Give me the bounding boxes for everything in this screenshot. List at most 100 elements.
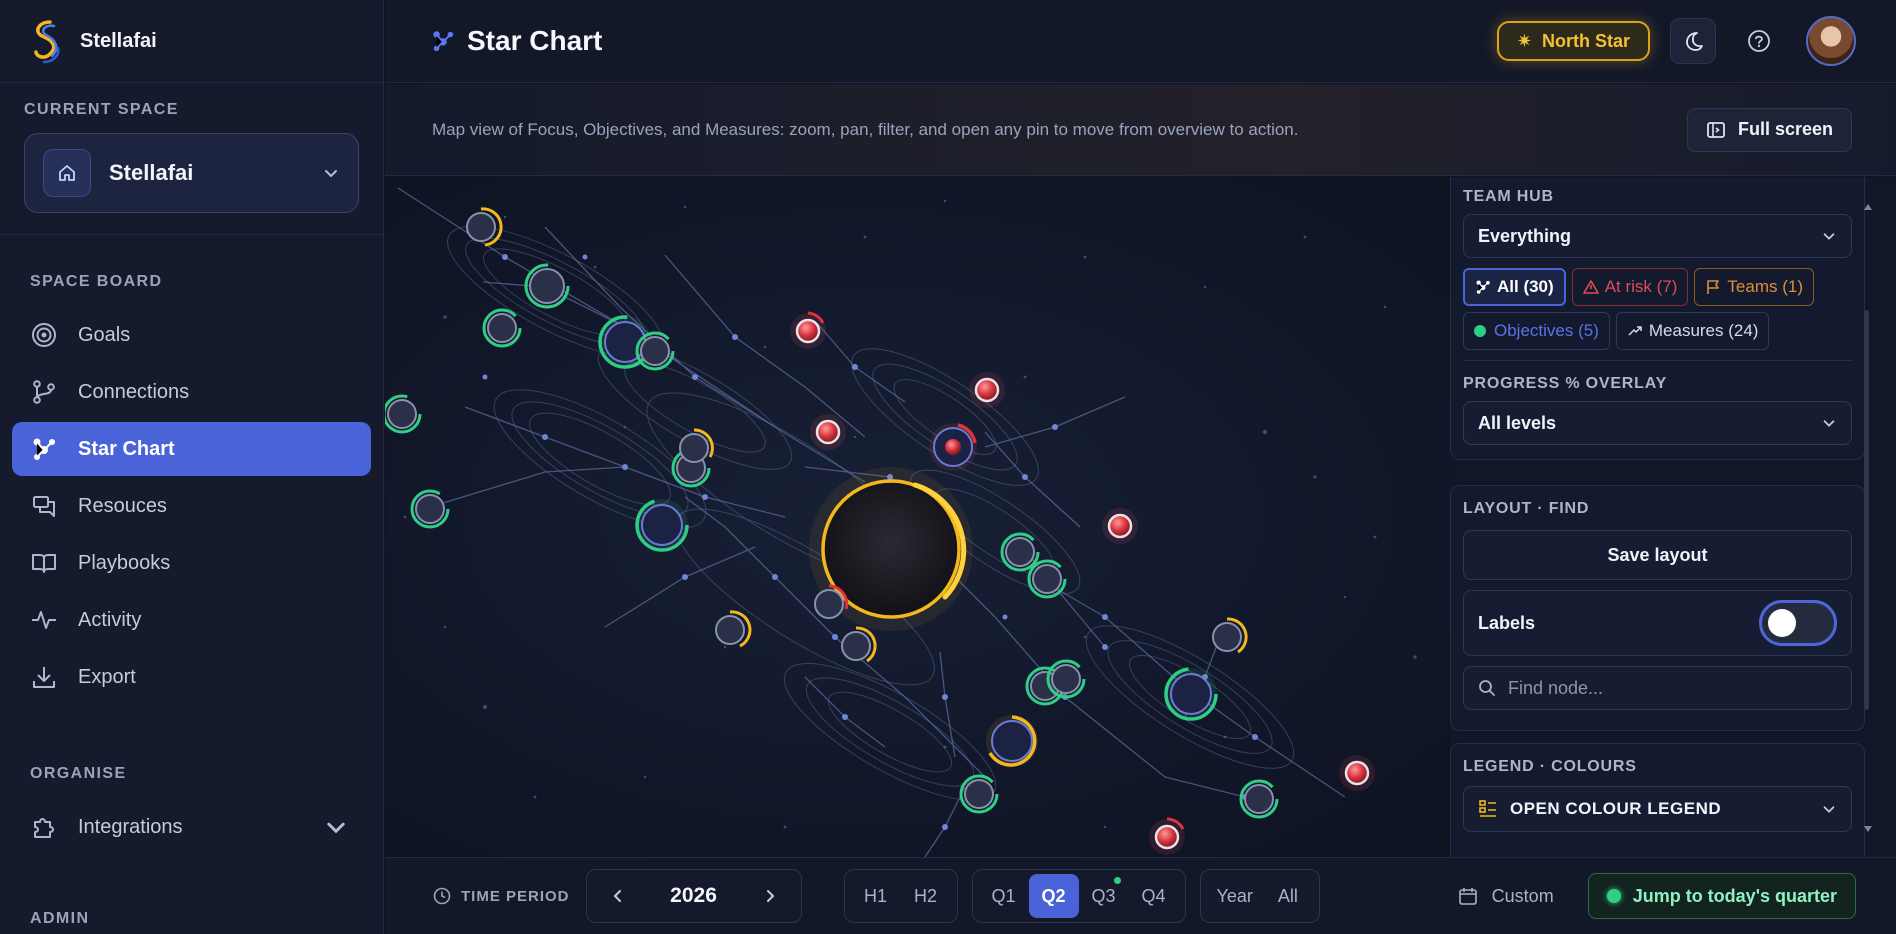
warning-triangle-icon xyxy=(1582,280,1599,294)
quarter-q3[interactable]: Q3 xyxy=(1079,874,1129,918)
save-layout-button[interactable]: Save layout xyxy=(1463,530,1852,580)
git-branch-icon xyxy=(30,378,58,406)
quarter-q3-label: Q3 xyxy=(1091,885,1116,906)
scroll-down-icon[interactable] xyxy=(1863,824,1873,834)
nav-item-resources[interactable]: Resouces xyxy=(12,479,371,533)
quarter-q4[interactable]: Q4 xyxy=(1129,874,1179,918)
nav-item-star-chart[interactable]: Star Chart xyxy=(12,422,371,476)
star-chart-canvas[interactable] xyxy=(385,177,1450,857)
filter-teams-label: Teams (1) xyxy=(1727,277,1803,296)
custom-label: Custom xyxy=(1491,885,1554,906)
find-node-field[interactable] xyxy=(1463,666,1852,710)
help-button[interactable] xyxy=(1736,18,1782,64)
team-hub-value: Everything xyxy=(1478,225,1572,246)
range-year[interactable]: Year xyxy=(1207,874,1263,918)
nav-item-export[interactable]: Export xyxy=(12,650,371,704)
top-header: Star Chart ✷ North Star xyxy=(385,0,1896,83)
filter-chips: All (30) At risk (7) Teams (1) Objective… xyxy=(1463,268,1852,356)
nav-item-playbooks[interactable]: Playbooks xyxy=(12,536,371,590)
filter-all-label: All (30) xyxy=(1497,277,1554,296)
star-chart-svg[interactable] xyxy=(385,177,1450,857)
filter-measures-label: Measures (24) xyxy=(1648,321,1759,340)
team-hub-card: TEAM HUB Everything All (30) At risk (7)… xyxy=(1450,177,1865,460)
custom-range-button[interactable]: Custom xyxy=(1458,886,1554,907)
page-title: Star Chart xyxy=(467,25,603,56)
objective-node[interactable] xyxy=(929,423,977,471)
chevron-left-icon xyxy=(613,890,621,902)
flag-icon xyxy=(1707,280,1720,294)
jump-to-today-button[interactable]: Jump to today's quarter xyxy=(1587,873,1856,919)
objective-node[interactable] xyxy=(986,715,1038,767)
help-circle-icon xyxy=(1748,30,1770,52)
brand[interactable]: Stellafai xyxy=(0,0,383,83)
chevron-down-icon xyxy=(325,170,337,178)
full-screen-button[interactable]: Full screen xyxy=(1686,107,1852,152)
pulse-icon xyxy=(30,606,58,634)
trend-up-icon xyxy=(1628,326,1642,336)
nav-item-integrations[interactable]: Integrations xyxy=(12,800,371,854)
filter-chip-objectives[interactable]: Objectives (5) xyxy=(1463,312,1610,350)
constellation-icon xyxy=(1476,280,1490,294)
team-hub-select[interactable]: Everything xyxy=(1463,214,1852,258)
labels-toggle-row: Labels xyxy=(1463,590,1852,656)
measure-node xyxy=(959,774,999,814)
nav-label-goals: Goals xyxy=(78,323,131,346)
moon-icon xyxy=(1686,32,1703,51)
half-h1[interactable]: H1 xyxy=(851,874,901,918)
next-year-button[interactable] xyxy=(755,881,785,911)
stellafai-logo-icon xyxy=(34,20,60,64)
range-all[interactable]: All xyxy=(1263,874,1313,918)
open-colour-legend-label: OPEN COLOUR LEGEND xyxy=(1510,799,1722,818)
legend-colours-label: LEGEND · COLOURS xyxy=(1463,758,1637,775)
measure-node xyxy=(841,626,877,663)
constellation-icon xyxy=(30,435,58,463)
team-hub-label: TEAM HUB xyxy=(1463,188,1554,205)
scroll-up-icon[interactable] xyxy=(1863,202,1873,212)
filter-chip-measures[interactable]: Measures (24) xyxy=(1615,312,1770,350)
objective-node[interactable] xyxy=(635,498,689,552)
measure-node xyxy=(1027,559,1067,599)
user-avatar[interactable] xyxy=(1806,16,1856,66)
layout-find-label: LAYOUT · FIND xyxy=(1463,500,1590,517)
risk-pin xyxy=(1102,508,1138,544)
quarter-q1[interactable]: Q1 xyxy=(979,874,1029,918)
quarter-q2[interactable]: Q2 xyxy=(1028,874,1079,918)
nav-item-activity[interactable]: Activity xyxy=(12,593,371,647)
filter-chip-at-risk[interactable]: At risk (7) xyxy=(1571,268,1689,306)
theme-toggle-button[interactable] xyxy=(1670,18,1716,64)
find-node-input[interactable] xyxy=(1508,677,1808,699)
north-star-button[interactable]: ✷ North Star xyxy=(1496,21,1650,61)
legend-card: LEGEND · COLOURS OPEN COLOUR LEGEND xyxy=(1450,743,1865,857)
book-icon xyxy=(30,549,58,577)
full-screen-label: Full screen xyxy=(1737,119,1833,139)
sun-star-icon: ✷ xyxy=(1516,30,1532,51)
risk-pin xyxy=(810,414,846,450)
measure-node xyxy=(1212,617,1248,654)
toggle-knob xyxy=(1768,609,1796,637)
space-selector[interactable]: Stellafai xyxy=(24,133,359,213)
chevron-down-icon xyxy=(327,822,345,834)
time-period-bar: TIME PERIOD 2026 H1 H2 Q1 Q2 Q3 Q4 Year … xyxy=(385,857,1896,934)
nav-label-resources: Resouces xyxy=(78,494,167,517)
objective-node[interactable] xyxy=(1164,667,1218,721)
nav-item-connections[interactable]: Connections xyxy=(12,365,371,419)
filter-chip-teams[interactable]: Teams (1) xyxy=(1694,268,1814,306)
labels-toggle[interactable] xyxy=(1759,600,1837,646)
home-icon xyxy=(43,149,91,197)
sidebar: Stellafai CURRENT SPACE Stellafai SPACE … xyxy=(0,0,384,934)
filter-at-risk-label: At risk (7) xyxy=(1604,277,1678,296)
jump-label: Jump to today's quarter xyxy=(1632,885,1837,906)
nav-item-goals[interactable]: Goals xyxy=(12,308,371,362)
measure-node xyxy=(635,331,675,371)
subheader: Map view of Focus, Objectives, and Measu… xyxy=(385,84,1896,176)
half-h2[interactable]: H2 xyxy=(901,874,951,918)
risk-pin xyxy=(969,372,1005,408)
clock-icon xyxy=(433,887,451,905)
chevron-down-icon xyxy=(1823,420,1835,427)
progress-overlay-select[interactable]: All levels xyxy=(1463,401,1852,445)
prev-year-button[interactable] xyxy=(603,881,633,911)
filter-chip-all[interactable]: All (30) xyxy=(1463,268,1566,306)
open-colour-legend-button[interactable]: OPEN COLOUR LEGEND xyxy=(1463,786,1852,832)
nav-label-integrations: Integrations xyxy=(78,815,183,838)
panel-scrollbar[interactable] xyxy=(1864,310,1869,710)
